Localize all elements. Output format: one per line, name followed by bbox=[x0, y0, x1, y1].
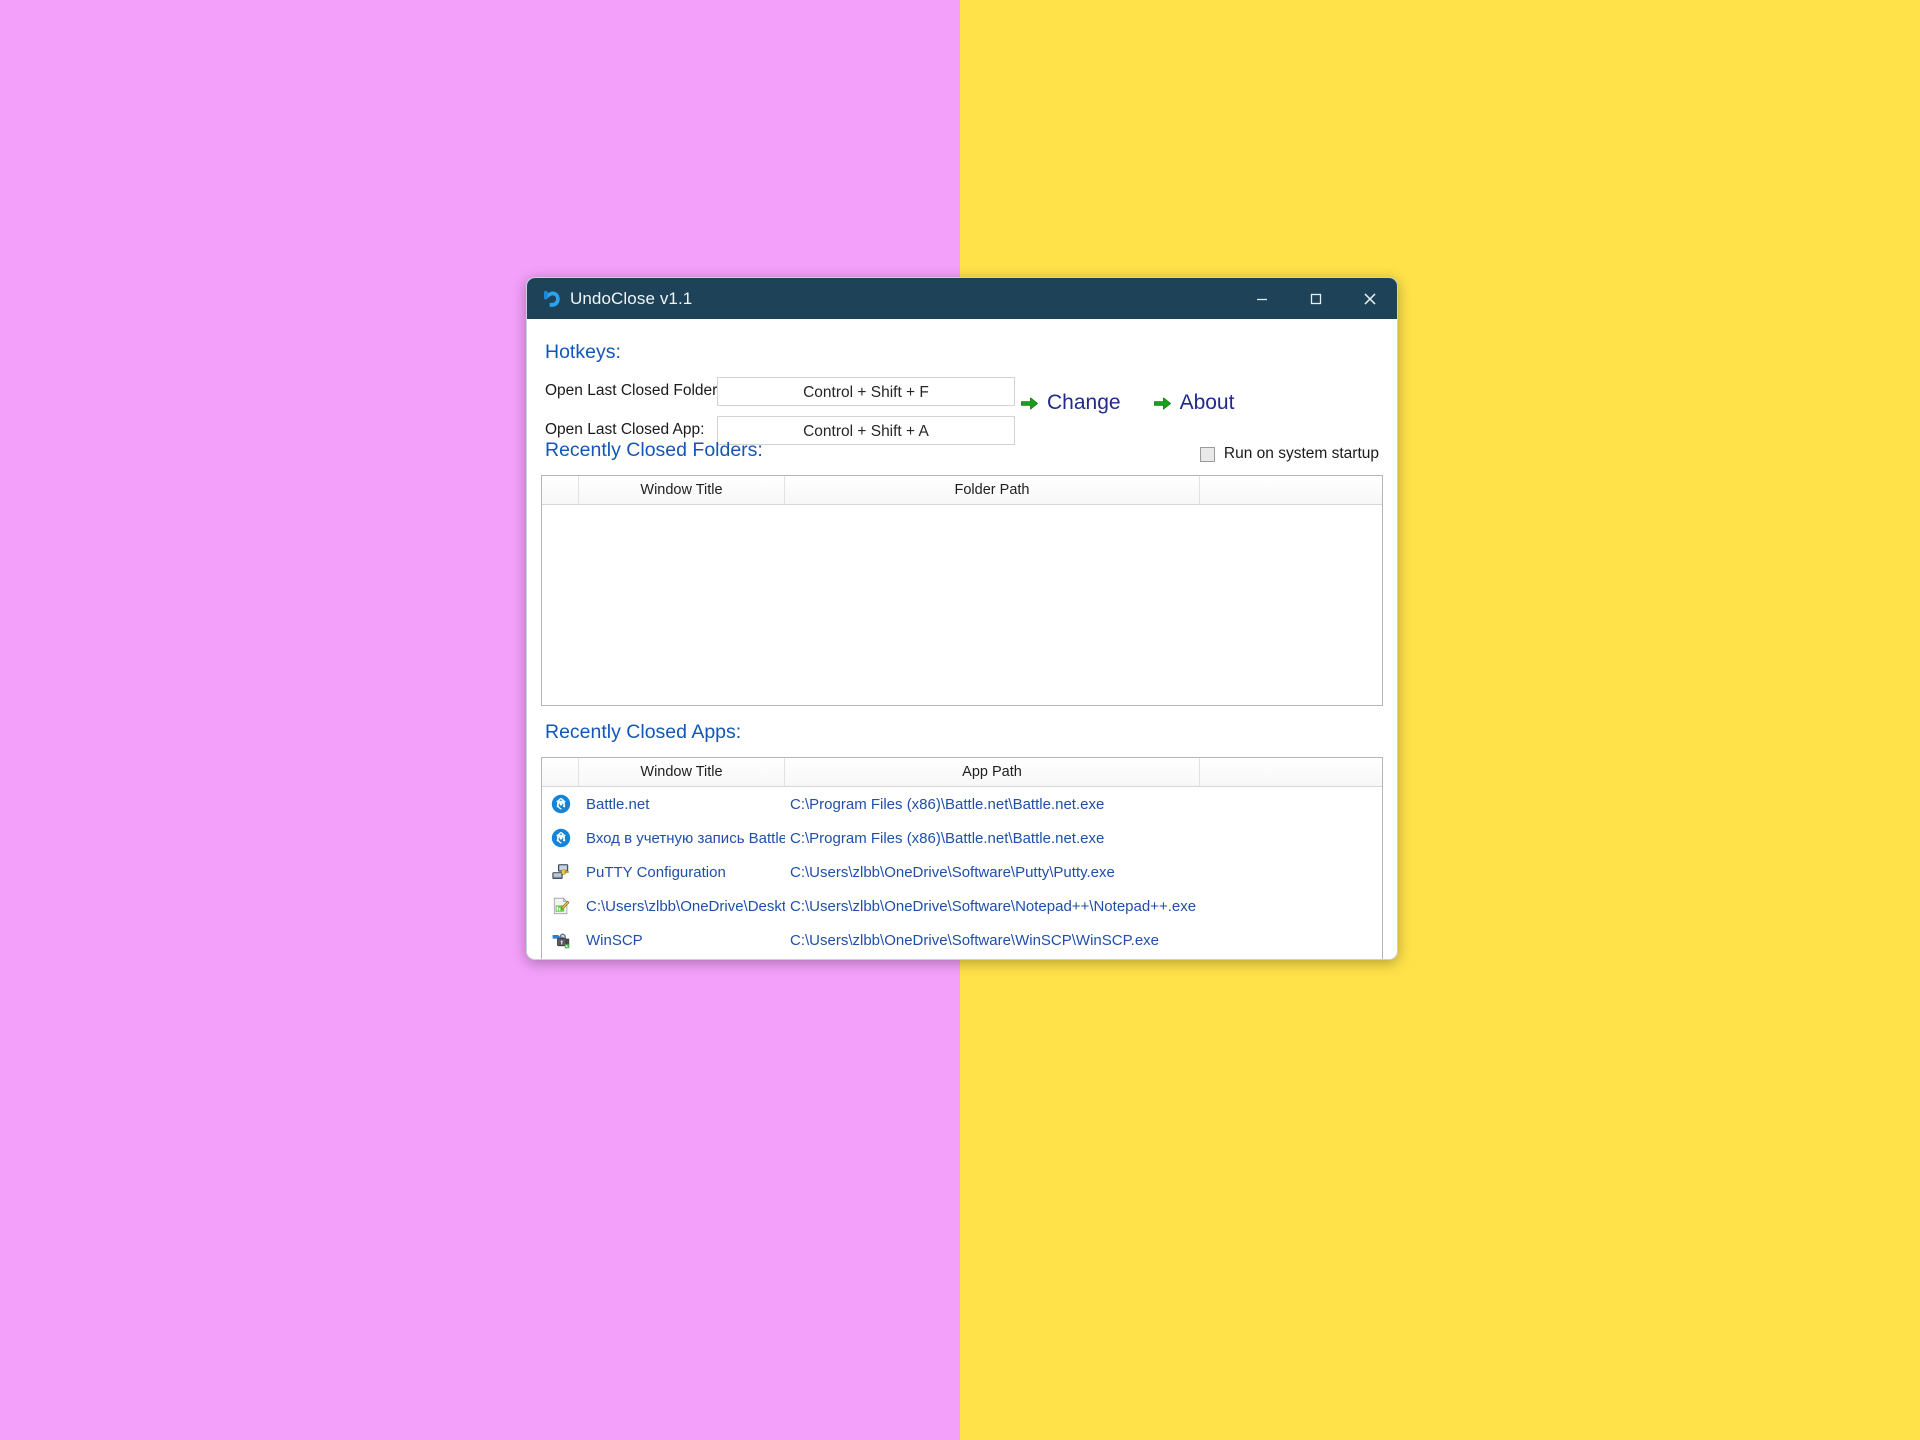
run-on-startup-checkbox[interactable]: Run on system startup bbox=[1199, 445, 1379, 463]
window-titlebar[interactable]: UndoClose v1.1 bbox=[527, 278, 1397, 319]
action-links: Change About bbox=[1020, 391, 1234, 415]
app-path: C:\Users\zlbb\OneDrive\Software\Notepad+… bbox=[790, 897, 1197, 915]
about-button[interactable]: About bbox=[1153, 391, 1235, 415]
run-on-startup-label: Run on system startup bbox=[1223, 445, 1379, 462]
folders-col-title[interactable]: Window Title bbox=[579, 476, 785, 504]
app-path: C:\Program Files (x86)\Battle.net\Battle… bbox=[790, 795, 1105, 813]
recently-closed-apps-list[interactable]: Window Title App Path Battle.net C:\Progr… bbox=[541, 757, 1383, 959]
apps-section-heading: Recently Closed Apps: bbox=[545, 721, 742, 743]
app-path: C:\Users\zlbb\OneDrive\Software\WinSCP\W… bbox=[790, 931, 1160, 949]
app-window-title: WinSCP bbox=[586, 931, 643, 949]
window-content: Hotkeys: Open Last Closed Folder: Contro… bbox=[527, 319, 1397, 959]
table-row[interactable]: Battle.net C:\Program Files (x86)\Battle.… bbox=[542, 787, 1382, 821]
maximize-button[interactable] bbox=[1289, 278, 1343, 319]
checkbox-box-icon bbox=[1199, 446, 1215, 462]
folders-list-header: Window Title Folder Path bbox=[542, 476, 1382, 505]
apps-col-tail[interactable] bbox=[1200, 758, 1382, 786]
close-button[interactable] bbox=[1343, 278, 1397, 319]
green-arrow-icon bbox=[1153, 396, 1171, 410]
hotkey-field-folder[interactable]: Control + Shift + F bbox=[717, 376, 1015, 406]
folders-col-tail[interactable] bbox=[1200, 476, 1382, 504]
apps-list-body: Battle.net C:\Program Files (x86)\Battle.… bbox=[542, 787, 1382, 957]
maximize-icon bbox=[1310, 293, 1322, 304]
app-window-title: Вход в учетную запись Battle. bbox=[586, 829, 785, 847]
hotkey-label-folder: Open Last Closed Folder: bbox=[545, 382, 722, 399]
hotkey-row-folder: Open Last Closed Folder: Control + Shift… bbox=[545, 376, 1015, 406]
app-path: C:\Program Files (x86)\Battle.net\Battle… bbox=[790, 829, 1105, 847]
app-window-title: C:\Users\zlbb\OneDrive\Desktc bbox=[586, 897, 785, 915]
folders-col-icon[interactable] bbox=[542, 476, 579, 504]
app-window-title: Battle.net bbox=[586, 795, 650, 813]
change-button-label: Change bbox=[1047, 391, 1121, 414]
notepadpp-icon bbox=[542, 896, 579, 916]
table-row[interactable]: WinSCP C:\Users\zlbb\OneDrive\Software\Wi… bbox=[542, 923, 1382, 957]
table-row[interactable]: Вход в учетную запись Battle. C:\Program … bbox=[542, 821, 1382, 855]
window-title: UndoClose v1.1 bbox=[570, 288, 693, 308]
folders-section-heading: Recently Closed Folders: bbox=[545, 439, 763, 461]
hotkeys-heading: Hotkeys: bbox=[545, 341, 621, 363]
green-arrow-icon bbox=[1021, 396, 1039, 410]
putty-icon bbox=[542, 862, 579, 882]
minimize-icon bbox=[1257, 298, 1267, 300]
recently-closed-folders-list[interactable]: Window Title Folder Path bbox=[541, 475, 1383, 706]
table-row[interactable]: C:\Users\zlbb\OneDrive\Desktc C:\Users\zl… bbox=[542, 889, 1382, 923]
change-button[interactable]: Change bbox=[1020, 391, 1121, 415]
table-row[interactable]: PuTTY Configuration C:\Users\zlbb\OneDriv… bbox=[542, 855, 1382, 889]
close-icon bbox=[1364, 292, 1376, 305]
window-controls bbox=[1235, 278, 1397, 319]
apps-col-title[interactable]: Window Title bbox=[579, 758, 785, 786]
undoclose-window: UndoClose v1.1 Hotkeys: Open Last Closed… bbox=[526, 277, 1398, 960]
about-button-label: About bbox=[1179, 391, 1235, 414]
app-path: C:\Users\zlbb\OneDrive\Software\Putty\Pu… bbox=[790, 863, 1115, 881]
apps-col-icon[interactable] bbox=[542, 758, 579, 786]
winscp-icon bbox=[542, 930, 579, 950]
battlenet-icon bbox=[542, 794, 579, 814]
apps-list-header: Window Title App Path bbox=[542, 758, 1382, 787]
battlenet-icon bbox=[542, 828, 579, 848]
apps-col-path[interactable]: App Path bbox=[785, 758, 1200, 786]
minimize-button[interactable] bbox=[1235, 278, 1289, 319]
undo-arrow-icon bbox=[543, 290, 560, 307]
hotkey-label-app: Open Last Closed App: bbox=[545, 421, 705, 438]
folders-col-path[interactable]: Folder Path bbox=[785, 476, 1200, 504]
app-window-title: PuTTY Configuration bbox=[586, 863, 726, 881]
